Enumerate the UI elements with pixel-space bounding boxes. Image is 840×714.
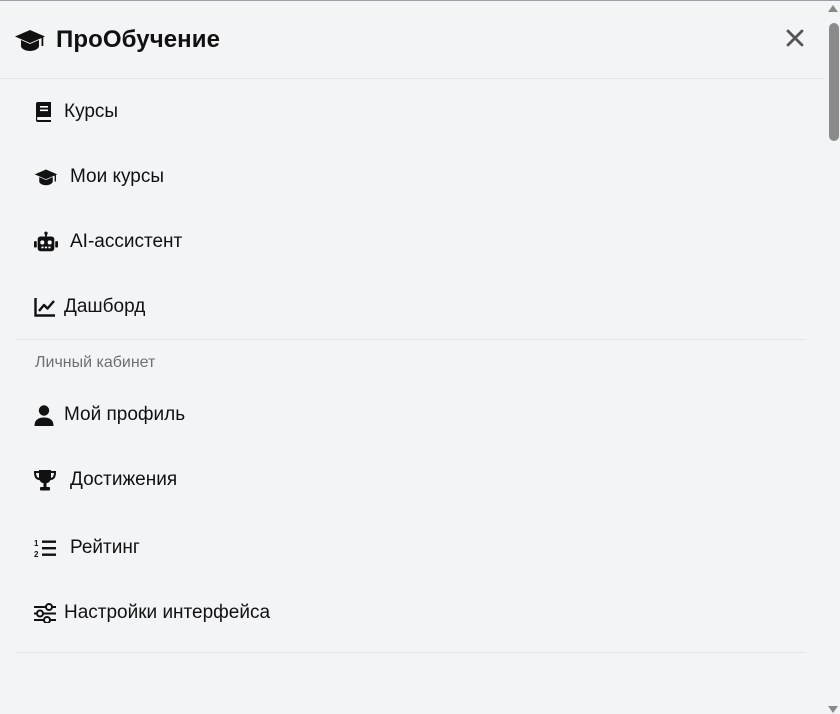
- nav-item-label: Мой профиль: [64, 404, 186, 425]
- menu-nav: Курсы Мои курсы AI-ассистент Дашборд Лич…: [0, 79, 824, 653]
- user-icon: [34, 404, 58, 426]
- menu-header: ПроОбучение: [0, 1, 824, 79]
- scrollbar-thumb[interactable]: [829, 23, 839, 141]
- graduation-cap-icon: [34, 166, 58, 188]
- nav-item-profile[interactable]: Мой профиль: [0, 385, 824, 445]
- scroll-up-arrow-icon[interactable]: [828, 5, 838, 12]
- nav-item-label: Курсы: [64, 100, 119, 122]
- svg-text:1: 1: [34, 539, 39, 548]
- sliders-icon: [34, 602, 58, 624]
- nav-item-interface-settings[interactable]: Настройки интерфейса: [0, 580, 824, 645]
- chart-line-icon: [34, 296, 58, 318]
- nav-item-achievements[interactable]: Достижения: [0, 445, 824, 515]
- nav-item-courses[interactable]: Курсы: [0, 79, 824, 144]
- scroll-down-arrow-icon[interactable]: [828, 706, 838, 713]
- nav-item-label: Настройки интерфейса: [64, 601, 271, 623]
- nav-item-label: Достижения: [70, 469, 178, 490]
- mobile-menu-panel: ПроОбучение Курсы Мои курсы AI-ассистент…: [0, 0, 840, 714]
- brand[interactable]: ПроОбучение: [14, 26, 220, 54]
- section-title: Личный кабинет: [35, 354, 156, 371]
- close-icon: [786, 29, 804, 47]
- nav-item-dashboard[interactable]: Дашборд: [0, 274, 824, 339]
- nav-item-label: Дашборд: [64, 295, 146, 317]
- nav-item-label: AI-ассистент: [70, 230, 183, 252]
- close-button[interactable]: [784, 27, 806, 49]
- vertical-scrollbar[interactable]: [824, 1, 840, 714]
- svg-text:2: 2: [34, 550, 39, 558]
- nav-item-label: Мои курсы: [70, 165, 165, 187]
- ordered-list-icon: 1 2: [34, 537, 58, 559]
- nav-item-my-courses[interactable]: Мои курсы: [0, 144, 824, 209]
- brand-title: ПроОбучение: [56, 25, 221, 53]
- divider: [16, 652, 805, 653]
- graduation-cap-icon: [14, 28, 46, 52]
- trophy-icon: [34, 469, 58, 491]
- nav-item-rating[interactable]: 1 2 Рейтинг: [0, 515, 824, 580]
- nav-item-ai-assistant[interactable]: AI-ассистент: [0, 209, 824, 274]
- nav-item-label: Рейтинг: [70, 536, 140, 558]
- book-icon: [34, 101, 58, 123]
- robot-icon: [34, 231, 58, 253]
